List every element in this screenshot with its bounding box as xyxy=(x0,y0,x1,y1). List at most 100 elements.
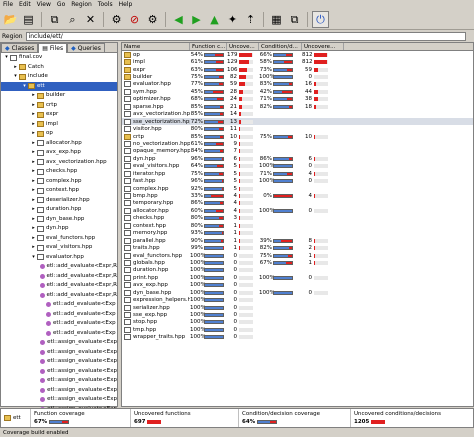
table-row[interactable]: expression_helpers.hpp100% 0 xyxy=(122,296,473,304)
table-row[interactable]: traits.hpp 99% 1 82% 2 xyxy=(122,244,473,252)
copy-icon[interactable]: ⧉ xyxy=(46,11,63,28)
table-row[interactable]: sse_vectorization.hpp 72% 13 xyxy=(122,117,473,126)
table-row[interactable]: bmp.hpp 33% 4 0% 4 xyxy=(122,192,473,200)
expand-icon[interactable]: ▸ xyxy=(30,148,37,158)
table-row[interactable]: checks.hpp 80% 3 xyxy=(122,215,473,222)
filter-icon[interactable]: ⚙ xyxy=(108,11,125,28)
menu-region[interactable]: Region xyxy=(71,1,92,8)
table-row[interactable]: impl 61% 129 58% 812 xyxy=(122,58,473,66)
expand-icon[interactable]: ▸ xyxy=(30,196,37,206)
tree-item[interactable]: ▸ checks.hpp xyxy=(1,167,117,177)
table-row[interactable]: wrapper_traits.hpp 100% 0 xyxy=(122,334,473,341)
tree-item[interactable]: etl::add_evaluate<Expr,R xyxy=(1,281,117,291)
table-row[interactable]: sse_exp.hpp 100% 0 xyxy=(122,311,473,319)
table-row[interactable]: duration.hpp 100% 0 xyxy=(122,267,473,274)
expand-icon[interactable]: ▸ xyxy=(30,177,37,187)
copy-document-icon[interactable]: ⧉ xyxy=(286,11,303,28)
tree-item[interactable]: ▸ context.hpp xyxy=(1,186,117,196)
table-row[interactable]: serializer.hpp 100% 0 xyxy=(122,304,473,311)
table-row[interactable]: memory.hpp 93% 1 xyxy=(122,230,473,237)
table-row[interactable]: context.hpp 80% 1 xyxy=(122,222,473,229)
table-row[interactable]: fast.hpp 96% 5 100% 0 xyxy=(122,177,473,185)
expand-icon[interactable]: ▸ xyxy=(30,120,37,130)
tree-item[interactable]: ▸ duration.hpp xyxy=(1,205,117,215)
expand-icon[interactable]: ▸ xyxy=(30,158,37,168)
tab-files[interactable]: ▤ Files xyxy=(38,43,68,53)
expand-icon[interactable]: ▸ xyxy=(30,129,37,139)
table-row[interactable]: evaluator.hpp 77% 59 83% 16 xyxy=(122,81,473,88)
table-row[interactable]: print.hpp 100% 0 100% 0 xyxy=(122,274,473,281)
expand-icon[interactable]: ▸ xyxy=(12,63,19,73)
region-field[interactable]: include/ett/ xyxy=(25,31,466,41)
table-row[interactable]: complex.hpp 92% 5 xyxy=(122,185,473,192)
open-icon[interactable]: 📂 xyxy=(2,11,19,28)
table-row[interactable]: stop.hpp 100% 0 xyxy=(122,319,473,326)
expand-icon[interactable]: ▸ xyxy=(30,139,37,149)
tree-item[interactable]: ▸ impl xyxy=(1,120,117,130)
table-row[interactable]: optimizer.hpp 68% 24 71% 38 xyxy=(122,96,473,103)
tree-item[interactable]: ▸ complex.hpp xyxy=(1,177,117,187)
table-row[interactable]: visitor.hpp 80% 11 xyxy=(122,125,473,133)
column-header-uncovered-functions[interactable]: Uncove... xyxy=(227,43,259,50)
tree-item[interactable]: etl::add_evaluate<Exp xyxy=(1,329,117,339)
table-row[interactable]: iterator.hpp 75% 5 71% 4 xyxy=(122,170,473,177)
tree-item[interactable]: ▾ include xyxy=(1,72,117,82)
table-row[interactable]: temporary.hpp 86% 4 xyxy=(122,200,473,207)
tree-item[interactable]: ▾ ett xyxy=(1,81,117,91)
table-row[interactable]: eval_visitors.hpp 64% 5 100% 0 xyxy=(122,163,473,170)
expand-icon[interactable]: ▸ xyxy=(30,101,37,111)
menu-view[interactable]: View xyxy=(37,1,51,8)
delete-icon[interactable]: ✕ xyxy=(82,11,99,28)
table-row[interactable]: dyn_base.hpp 100% 0 100% 0 xyxy=(122,289,473,296)
forward-arrow-icon[interactable]: ▶ xyxy=(188,11,205,28)
column-header-name[interactable]: Name xyxy=(122,43,190,50)
collapse-icon[interactable]: ▾ xyxy=(12,72,19,82)
search-icon[interactable]: ⌕ xyxy=(64,11,81,28)
menu-edit[interactable]: Edit xyxy=(19,1,31,8)
table-row[interactable]: avx_vectorization.hpp 85% 14 xyxy=(122,111,473,118)
menu-tools[interactable]: Tools xyxy=(98,1,113,8)
tree-item[interactable]: etl::add_evaluate<Expr,R xyxy=(1,262,117,272)
tree-item[interactable]: ▸ op xyxy=(1,129,117,139)
expand-icon[interactable]: ▸ xyxy=(30,91,37,101)
tree-item[interactable]: ▸ Catch xyxy=(1,63,117,73)
tree-item[interactable]: ▸ dyn.hpp xyxy=(1,224,117,234)
tree-item[interactable]: etl::assign_evaluate<Exp xyxy=(1,376,117,386)
pin-icon[interactable]: ✦ xyxy=(224,11,241,28)
expand-icon[interactable]: ▸ xyxy=(30,224,37,234)
tree-item[interactable]: etl::add_evaluate<Exp xyxy=(1,300,117,310)
column-header-condition-coverage[interactable]: Condition/d... xyxy=(259,43,302,50)
table-row[interactable]: parallel.hpp 90% 1 39% 8 xyxy=(122,237,473,244)
expand-icon[interactable]: ▸ xyxy=(30,215,37,225)
table-row[interactable]: allocator.hpp 60% 4 100% 0 xyxy=(122,207,473,214)
table-row[interactable]: expr 63% 106 73% 59 xyxy=(122,66,473,73)
tree-item[interactable]: ▸ deserializer.hpp xyxy=(1,196,117,206)
power-icon[interactable]: ⏻ xyxy=(312,10,329,28)
tree-item[interactable]: etl::assign_evaluate<Exp xyxy=(1,348,117,358)
document-icon[interactable]: ▦ xyxy=(268,11,285,28)
tree-item[interactable]: ▸ crtp xyxy=(1,101,117,111)
table-row[interactable]: builder 75% 82 100% 0 xyxy=(122,73,473,81)
settings-icon[interactable]: ⚙ xyxy=(144,11,161,28)
tree-item[interactable]: ▸ expr xyxy=(1,110,117,120)
tree-item[interactable]: ▾ final.cov xyxy=(1,53,117,63)
table-row[interactable]: sparse.hpp 85% 21 82% 18 xyxy=(122,103,473,110)
tree-item[interactable]: etl::assign_evaluate<Exp xyxy=(1,357,117,367)
tree-item[interactable]: ▸ avx_exp.hpp xyxy=(1,148,117,158)
tree-item[interactable]: etl::assign_evaluate<Exp xyxy=(1,367,117,377)
column-header-uncovered-conditions[interactable]: Uncovere... xyxy=(302,43,344,50)
expand-icon[interactable]: ▸ xyxy=(30,110,37,120)
table-row[interactable]: op 54% 179 66% 812 xyxy=(122,51,473,58)
expand-icon[interactable]: ▸ xyxy=(30,234,37,244)
menu-help[interactable]: Help xyxy=(119,1,133,8)
table-row[interactable]: avx_exp.hpp 100% 0 xyxy=(122,282,473,289)
expand-icon[interactable]: ▸ xyxy=(30,167,37,177)
expand-icon[interactable]: ▸ xyxy=(30,243,37,253)
tree-item[interactable]: etl::add_evaluate<Expr,R xyxy=(1,272,117,282)
tree-item[interactable]: etl::assign_evaluate<Exp xyxy=(1,395,117,405)
tab-queries[interactable]: ◆ Queries xyxy=(67,43,105,53)
table-row[interactable]: dyn.hpp 96% 6 86% 6 xyxy=(122,155,473,162)
tree-item[interactable]: ▸ dyn_base.hpp xyxy=(1,215,117,225)
tree-item[interactable]: ▸ eval_visitors.hpp xyxy=(1,243,117,253)
table-row[interactable]: sym.hpp 45% 28 42% 44 xyxy=(122,88,473,95)
